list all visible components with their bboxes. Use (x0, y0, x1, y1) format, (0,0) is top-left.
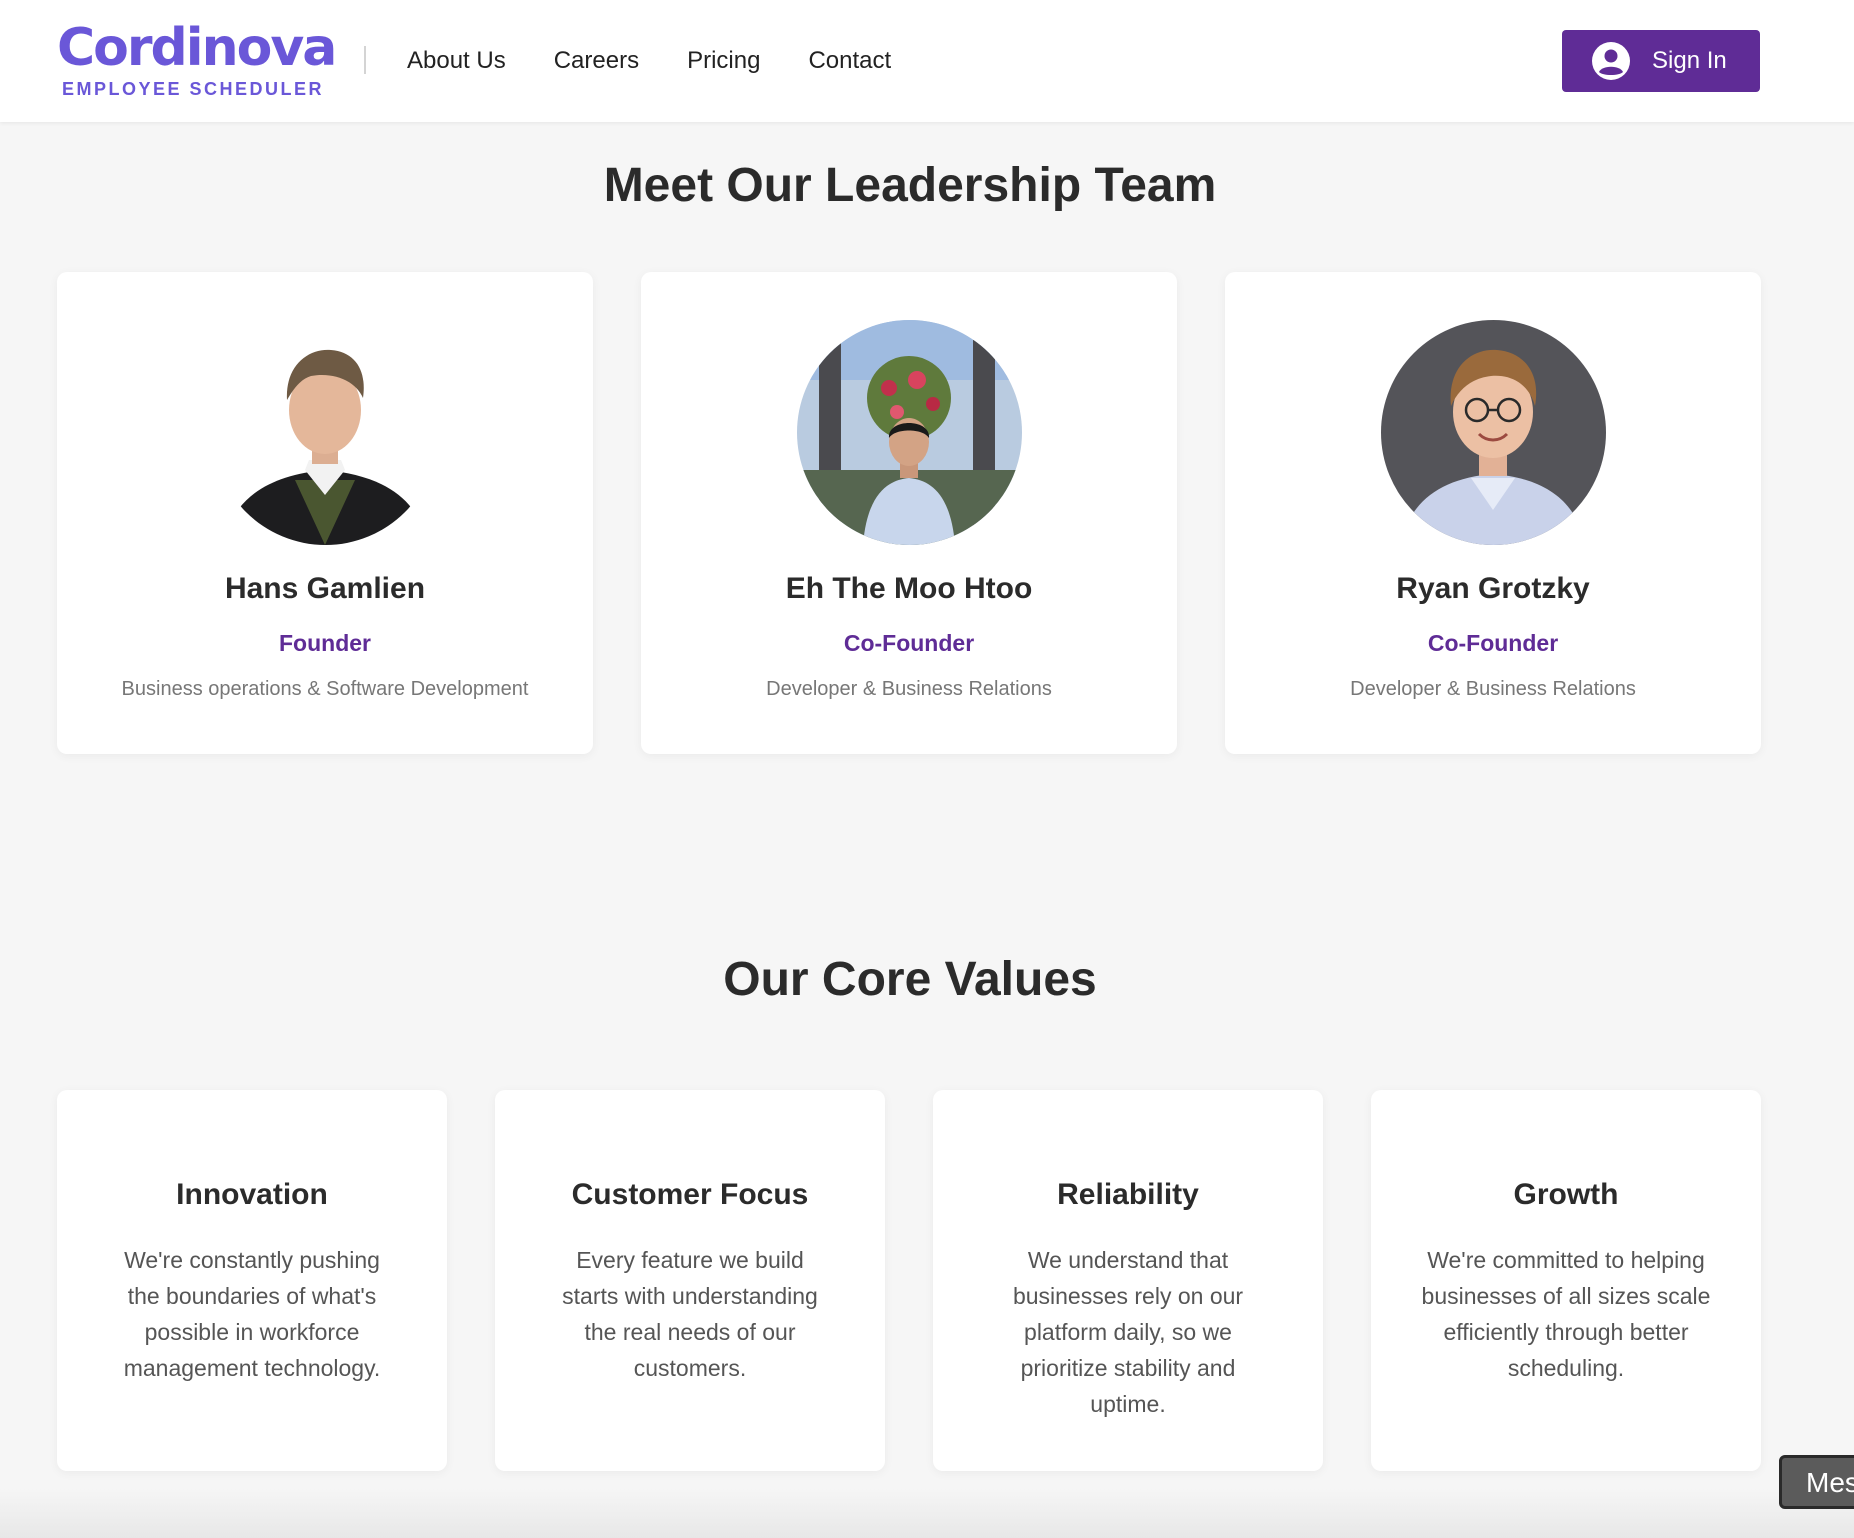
leader-description: Business operations & Software Developme… (121, 678, 529, 700)
leader-role: Co-Founder (1427, 630, 1559, 656)
portrait-photo (213, 320, 438, 545)
page-bottom-fade (0, 1488, 1854, 1538)
message-widget-button[interactable]: Mes (1779, 1455, 1854, 1509)
value-title: Reliability (1057, 1178, 1199, 1211)
leader-name: Hans Gamlien (224, 572, 426, 605)
value-title: Growth (1513, 1178, 1619, 1211)
logo-subtitle: EMPLOYEE SCHEDULER (61, 79, 325, 99)
user-circle-icon (1592, 42, 1630, 80)
logo-name: Cordinova (57, 18, 337, 78)
leader-description: Developer & Business Relations (766, 678, 1052, 700)
leader-name: Eh The Moo Htoo (785, 572, 1033, 605)
leader-role: Founder (279, 630, 371, 656)
value-title: Innovation (176, 1178, 328, 1211)
nav-contact[interactable]: Contact (808, 44, 891, 78)
value-card: Reliability We understand that businesse… (933, 1090, 1323, 1471)
value-description: We're constantly pushing the boundaries … (123, 1247, 381, 1381)
value-description: We're committed to helping businesses of… (1421, 1247, 1711, 1381)
message-widget-label: Mes (1806, 1467, 1854, 1498)
nav-divider (364, 46, 366, 74)
value-card: Innovation We're constantly pushing the … (57, 1090, 447, 1471)
leader-name: Ryan Grotzky (1396, 572, 1590, 605)
sign-in-button[interactable]: Sign In (1562, 30, 1760, 92)
leader-role: Co-Founder (843, 630, 975, 656)
sign-in-label: Sign In (1652, 47, 1727, 74)
portrait-photo (797, 320, 1022, 545)
leader-description: Developer & Business Relations (1350, 678, 1636, 700)
portrait-photo (1381, 320, 1606, 545)
leader-card: Ryan Grotzky Co-Founder Developer & Busi… (1225, 272, 1761, 754)
value-card: Growth We're committed to helping busine… (1371, 1090, 1761, 1471)
value-description: We understand that businesses rely on ou… (1012, 1247, 1244, 1417)
nav-careers[interactable]: Careers (554, 44, 639, 78)
value-card: Customer Focus Every feature we build st… (495, 1090, 885, 1471)
leader-card: Hans Gamlien Founder Business operations… (57, 272, 593, 754)
leader-card: Eh The Moo Htoo Co-Founder Developer & B… (641, 272, 1177, 754)
core-values-title: Our Core Values (723, 953, 1097, 1006)
avatar (1381, 320, 1606, 545)
avatar (213, 320, 438, 545)
nav-about-us[interactable]: About Us (407, 44, 506, 78)
value-description: Every feature we build starts with under… (562, 1247, 818, 1381)
logo[interactable]: Cordinova EMPLOYEE SCHEDULER (57, 18, 337, 99)
main-nav: About Us Careers Pricing Contact (407, 44, 891, 78)
leadership-title: Meet Our Leadership Team (603, 159, 1217, 212)
avatar (797, 320, 1022, 545)
value-title: Customer Focus (571, 1178, 809, 1211)
nav-pricing[interactable]: Pricing (687, 44, 760, 78)
site-header: Cordinova EMPLOYEE SCHEDULER About Us Ca… (0, 0, 1854, 122)
